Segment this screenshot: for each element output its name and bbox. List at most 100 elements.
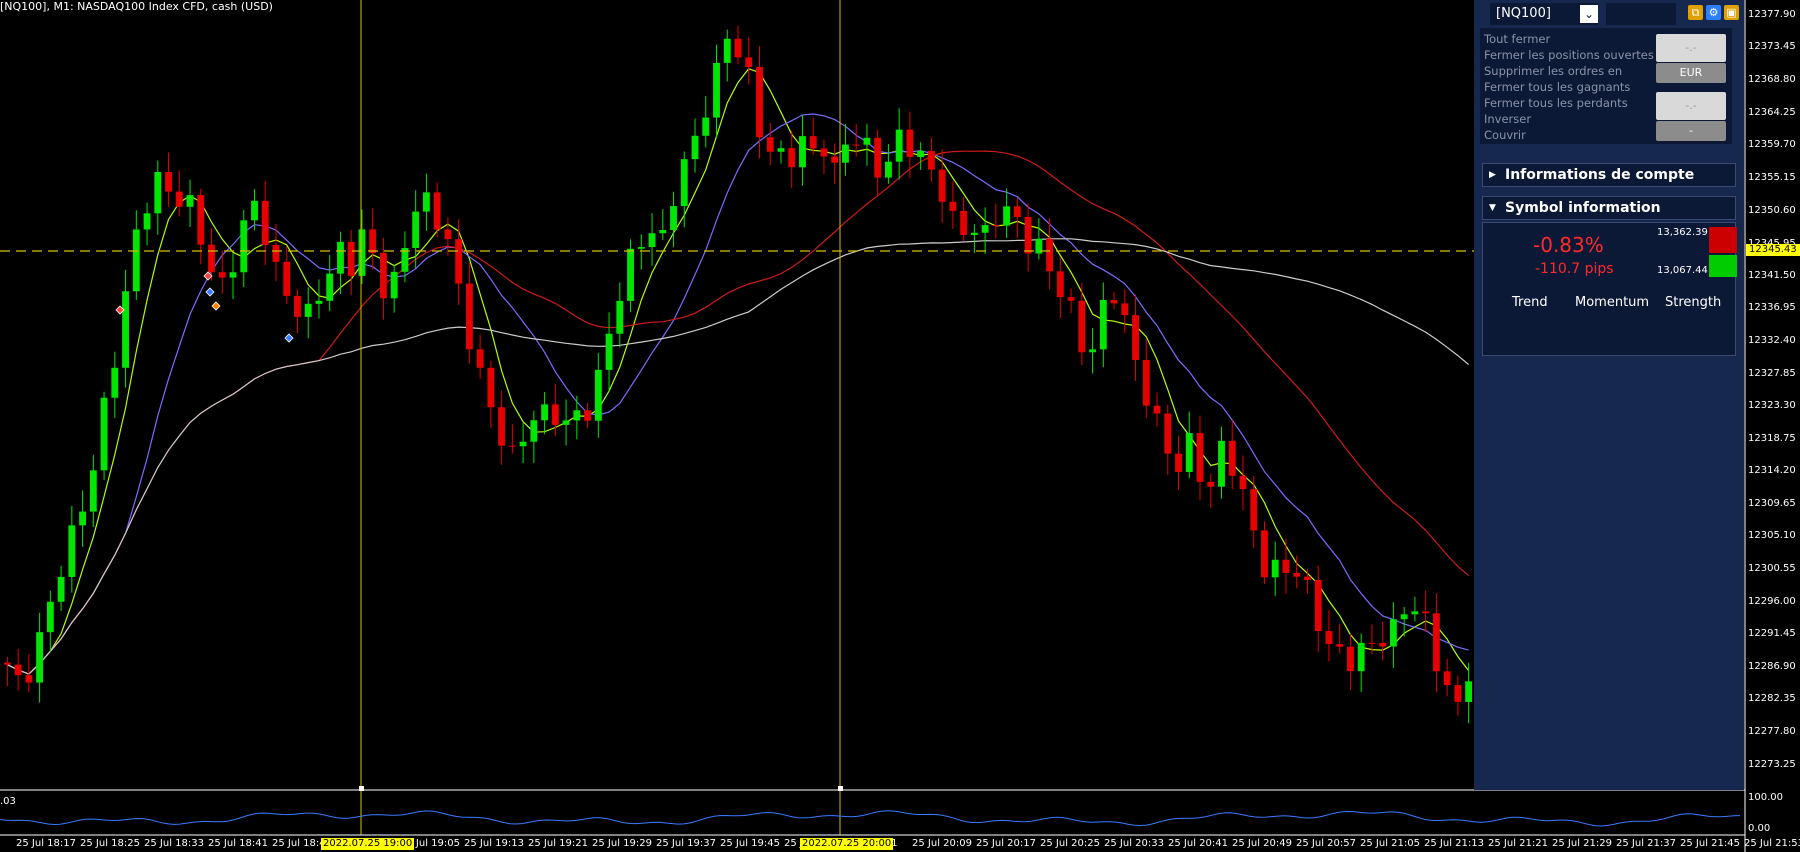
oscillator-scale-top: 100.00: [1748, 792, 1783, 803]
candle-body: [616, 300, 624, 334]
candle-body: [949, 201, 957, 211]
candle-body: [659, 229, 667, 234]
oscillator-line: [0, 810, 1741, 827]
moving-average-line: [7, 113, 1469, 675]
trade-markers: [115, 271, 294, 343]
symbol-input[interactable]: [1606, 3, 1676, 25]
candle-body: [1250, 489, 1258, 531]
close-open-positions-action[interactable]: Fermer les positions ouvertes: [1484, 48, 1654, 62]
candle-body: [541, 404, 549, 421]
candle-body: [79, 511, 87, 526]
candle-body: [1024, 216, 1032, 254]
candle-body: [648, 233, 656, 248]
candle-body: [57, 576, 65, 602]
dash-button[interactable]: -: [1656, 121, 1726, 141]
candle-body: [498, 407, 506, 446]
candle-body: [680, 159, 688, 207]
price-tick: 12323.30: [1748, 400, 1796, 412]
candle-body: [1164, 413, 1172, 454]
candle-body: [906, 129, 914, 158]
candle-body: [1067, 297, 1075, 301]
candle-body: [551, 404, 559, 425]
trade-marker[interactable]: [284, 333, 294, 343]
currency-button[interactable]: EUR: [1656, 63, 1726, 83]
candle-body: [1110, 300, 1118, 304]
chart-title: [NQ100], M1: NASDAQ100 Index CFD, cash (…: [0, 0, 273, 13]
time-tick: 25 Jul 20:33: [1104, 838, 1164, 849]
time-tick: 25 Jul 18:33: [144, 838, 204, 849]
reverse-action[interactable]: Inverser: [1484, 112, 1531, 126]
candle-body: [100, 397, 108, 471]
symbol-info-section[interactable]: ▼ Symbol information: [1482, 196, 1736, 220]
profit-value-button[interactable]: -.-: [1656, 34, 1726, 62]
price-tick: 12305.10: [1748, 530, 1796, 542]
candle-body: [422, 192, 430, 212]
candle-body: [917, 150, 925, 158]
candle-body: [1078, 300, 1086, 353]
trade-marker[interactable]: [205, 287, 215, 297]
close-all-action[interactable]: Tout fermer: [1484, 32, 1550, 46]
candle-body: [1304, 576, 1311, 580]
price-tick: 12291.45: [1748, 628, 1796, 640]
candle-body: [1175, 453, 1182, 472]
price-tick: 12336.95: [1748, 302, 1796, 314]
candle-body: [1185, 433, 1193, 472]
candle-body: [1003, 206, 1011, 226]
symbol-select[interactable]: [NQ100] ⌄: [1490, 3, 1598, 25]
copy-icon[interactable]: ⧉: [1688, 5, 1703, 20]
candle-body: [487, 367, 495, 408]
candle-body: [122, 291, 130, 368]
up-indicator: [1709, 255, 1737, 277]
time-tick: 25 Jul 20:09: [912, 838, 972, 849]
symbol-info-title: Symbol information: [1505, 200, 1661, 216]
candle-body: [154, 171, 162, 214]
strength-label: Strength: [1665, 295, 1722, 310]
candle-body: [337, 241, 344, 274]
hedge-action[interactable]: Couvrir: [1484, 128, 1526, 142]
candle-body: [347, 241, 355, 276]
candle-body: [1282, 559, 1290, 573]
candle-body: [713, 62, 720, 118]
candle-body: [723, 38, 731, 63]
candles: [3, 25, 1473, 724]
loss-value-button[interactable]: -.-: [1656, 92, 1726, 120]
time-tick: 25 Jul 21:13: [1424, 838, 1484, 849]
oscillator-value: .03: [0, 796, 16, 807]
candle-body: [970, 232, 978, 235]
delete-pending-orders-action[interactable]: Supprimer les ordres en: [1484, 64, 1622, 78]
candle-body: [605, 333, 613, 370]
candle-body: [175, 191, 183, 207]
chevron-down-icon[interactable]: ⌄: [1580, 5, 1598, 23]
candle-body: [326, 273, 334, 301]
time-tick: 25 Jul 18:17: [16, 838, 76, 849]
change-pips: -110.7 pips: [1535, 261, 1614, 277]
price-tick: 12309.65: [1748, 497, 1796, 509]
trade-marker[interactable]: [211, 301, 221, 311]
candle-body: [562, 420, 570, 425]
price-tick: 12373.45: [1748, 40, 1796, 52]
candle-body: [1293, 572, 1301, 577]
moving-average-lines: [7, 67, 1470, 675]
candle-body: [444, 229, 452, 240]
close-losers-action[interactable]: Fermer tous les perdants: [1484, 96, 1628, 110]
candle-body: [111, 367, 119, 398]
price-tick: 12286.90: [1748, 660, 1796, 672]
time-tick: 25 Jul 19:13: [464, 838, 524, 849]
gear-icon[interactable]: ⚙: [1706, 5, 1721, 20]
account-info-section[interactable]: ▶ Informations de compte: [1482, 163, 1736, 187]
price-tick: 12377.90: [1748, 9, 1796, 21]
close-winners-action[interactable]: Fermer tous les gagnants: [1484, 80, 1630, 94]
candle-body: [218, 272, 226, 278]
candle-body: [1465, 681, 1473, 702]
candle-body: [831, 156, 839, 163]
oscillator-scale-bottom: 0.00: [1748, 823, 1771, 834]
expand-icon[interactable]: ▣: [1724, 5, 1739, 20]
candle-body: [1336, 644, 1344, 647]
candle-body: [627, 248, 634, 301]
candle-body: [208, 244, 215, 273]
candle-body: [476, 349, 484, 368]
current-price-label: 12345.43: [1746, 244, 1800, 256]
candle-body: [766, 137, 774, 152]
time-tick: 25 Jul 18:41: [208, 838, 268, 849]
candle-body: [412, 211, 420, 249]
